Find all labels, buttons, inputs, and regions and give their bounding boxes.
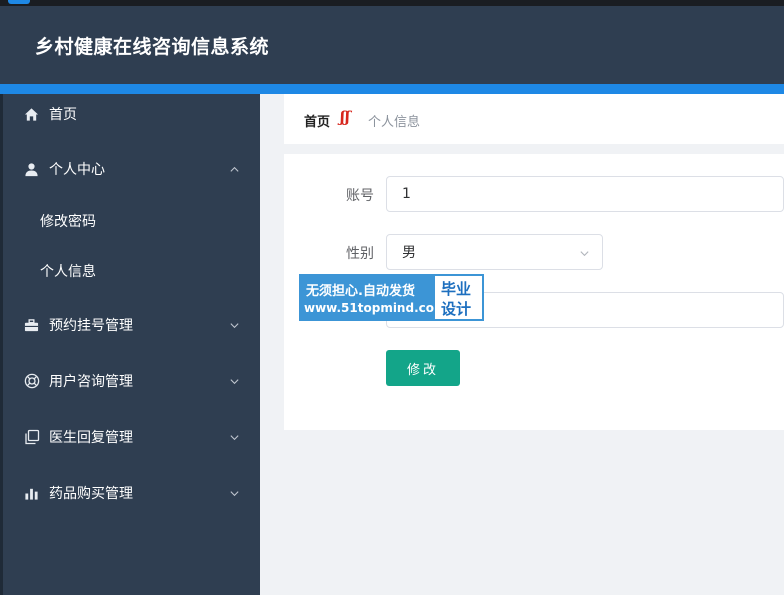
sidebar-item-home[interactable]: 首页	[0, 94, 260, 134]
sidebar-item-label: 药品购买管理	[49, 486, 133, 502]
watermark-text-block: 无须担心.自动发货 www.51topmind.com	[301, 276, 447, 319]
watermark-badge: 毕业 设计	[435, 276, 482, 319]
watermark-badge-line1: 毕业	[441, 280, 472, 298]
breadcrumb-current: 个人信息	[368, 115, 421, 130]
gender-value: 男	[402, 245, 416, 261]
account-input[interactable]: 1	[386, 176, 784, 212]
lifebuoy-icon	[23, 373, 40, 390]
chevron-down-icon	[228, 375, 240, 387]
sidebar-subitem-label: 个人信息	[40, 264, 96, 280]
home-icon	[23, 106, 40, 123]
gender-select[interactable]: 男	[386, 234, 603, 270]
user-icon	[23, 161, 40, 178]
submit-button[interactable]: 修改	[386, 350, 460, 386]
sidebar-item-medicine-purchase[interactable]: 药品购买管理	[0, 473, 260, 513]
gender-label: 性别	[346, 246, 374, 262]
app-title: 乡村健康在线咨询信息系统	[35, 36, 270, 58]
watermark-line1: 无须担心.自动发货	[306, 284, 415, 299]
sidebar-item-personal-center[interactable]: 个人中心	[0, 149, 260, 189]
sidebar-subitem-label: 修改密码	[40, 214, 96, 230]
sidebar-item-label: 用户咨询管理	[49, 374, 133, 390]
sidebar-edge	[0, 94, 3, 595]
app-header: 乡村健康在线咨询信息系统	[0, 6, 784, 84]
sidebar-item-label: 医生回复管理	[49, 430, 133, 446]
breadcrumb-home-link[interactable]: 首页	[304, 111, 330, 130]
chevron-down-icon	[228, 487, 240, 499]
sidebar-subitem-change-password[interactable]: 修改密码	[0, 203, 260, 239]
sidebar-item-label: 首页	[49, 107, 77, 123]
breadcrumb: 首页 ʃʃ 个人信息	[284, 94, 784, 144]
watermark-badge-line2: 设计	[441, 300, 472, 318]
sidebar-item-label: 预约挂号管理	[49, 318, 133, 334]
briefcase-icon	[23, 317, 40, 334]
copy-icon	[23, 429, 40, 446]
sidebar-subitem-personal-info[interactable]: 个人信息	[0, 253, 260, 289]
sidebar: 首页 个人中心 修改密码 个人信息 预约挂号管理 用户咨询管理 医生回复管理 药…	[0, 94, 260, 595]
chevron-up-icon	[228, 163, 240, 175]
bar-chart-icon	[23, 485, 40, 502]
watermark-line2: www.51topmind.com	[304, 301, 447, 315]
sidebar-item-consultation[interactable]: 用户咨询管理	[0, 361, 260, 401]
chevron-down-icon	[228, 431, 240, 443]
sidebar-item-label: 个人中心	[49, 162, 105, 178]
header-accent-bar	[0, 84, 784, 94]
chevron-down-icon	[579, 247, 590, 258]
chevron-down-icon	[228, 319, 240, 331]
account-value: 1	[402, 186, 411, 202]
app-icon	[8, 0, 30, 4]
sidebar-item-doctor-reply[interactable]: 医生回复管理	[0, 417, 260, 457]
sidebar-item-appointment[interactable]: 预约挂号管理	[0, 305, 260, 345]
breadcrumb-separator-icon: ʃʃ	[340, 108, 350, 126]
account-label: 账号	[346, 188, 374, 204]
watermark-banner: 无须担心.自动发货 www.51topmind.com 毕业 设计	[299, 274, 484, 321]
